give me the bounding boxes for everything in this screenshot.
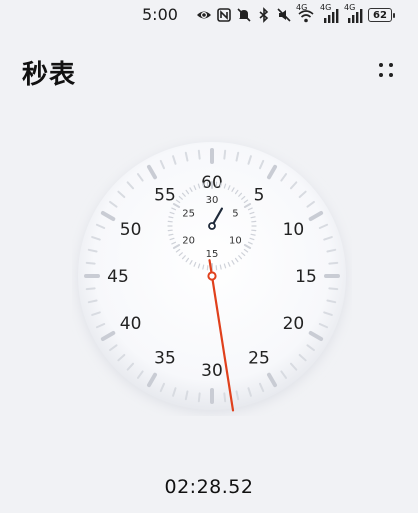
dial-tick [85, 287, 96, 291]
dial-label: 15 [295, 267, 317, 287]
page-title: 秒表 [22, 60, 77, 90]
dial-label: 40 [120, 314, 142, 334]
sub-dial-tick [250, 233, 256, 236]
second-hand-hub [207, 271, 217, 281]
sub-dial-label: 20 [182, 236, 195, 247]
eye-icon [197, 11, 211, 19]
dial-label: 45 [107, 267, 129, 287]
dial-label: 50 [120, 220, 142, 240]
dial-label: 55 [154, 186, 176, 206]
mute-icon [237, 8, 251, 22]
more-dots-icon[interactable] [374, 58, 398, 82]
dial-label: 10 [283, 220, 305, 240]
dial-face: 60510152025303540455055 30510152025 [78, 142, 346, 413]
silent-icon [277, 8, 291, 22]
status-icons: 4G 4G 4G 62 [196, 3, 395, 24]
dial-label: 35 [154, 348, 176, 368]
status-time: 5:00 [142, 5, 178, 24]
dial-label: 25 [248, 348, 270, 368]
sub-dial-label: 10 [229, 236, 242, 247]
sub-dial-label: 25 [182, 209, 195, 220]
sub-dial-tick [168, 233, 174, 236]
dial-tick [223, 149, 227, 160]
sub-dial-tick [219, 182, 222, 188]
sub-dial-tick [219, 264, 222, 270]
dial-label: 30 [201, 361, 223, 381]
dial-tick [328, 261, 339, 265]
dial-tick [197, 392, 201, 403]
signal-4g-icon: 4G [344, 3, 364, 23]
sub-dial-label: 30 [206, 195, 219, 206]
sub-dial-tick [250, 216, 256, 219]
sub-dial-tick [168, 216, 174, 219]
sub-dial-label: 5 [232, 209, 238, 220]
dial-label: 5 [254, 186, 265, 206]
bluetooth-icon [259, 7, 269, 23]
dial-tick [223, 392, 227, 403]
dial-tick [85, 261, 96, 265]
dial-label: 20 [283, 314, 305, 334]
dial-tick [197, 149, 201, 160]
sub-dial-tick [202, 182, 205, 188]
sub-dial-hub [208, 222, 216, 230]
sub-dial-tick [202, 264, 205, 270]
signal-4g-icon: 4G [320, 3, 340, 23]
sub-dial-label: 15 [206, 249, 219, 260]
elapsed-time: 02:28.52 [164, 476, 254, 498]
dial-tick [328, 287, 339, 291]
status-bar: 5:00 4G 4G 4G 62 [0, 0, 418, 30]
battery-icon: 62 [368, 8, 395, 22]
stopwatch-dial: 60 5 10 15 20 25 30 35 40 45 50 55 30 5 10 15 20 25 [72, 136, 352, 416]
wifi-icon: 4G [296, 3, 316, 23]
nfc-icon [217, 8, 231, 22]
